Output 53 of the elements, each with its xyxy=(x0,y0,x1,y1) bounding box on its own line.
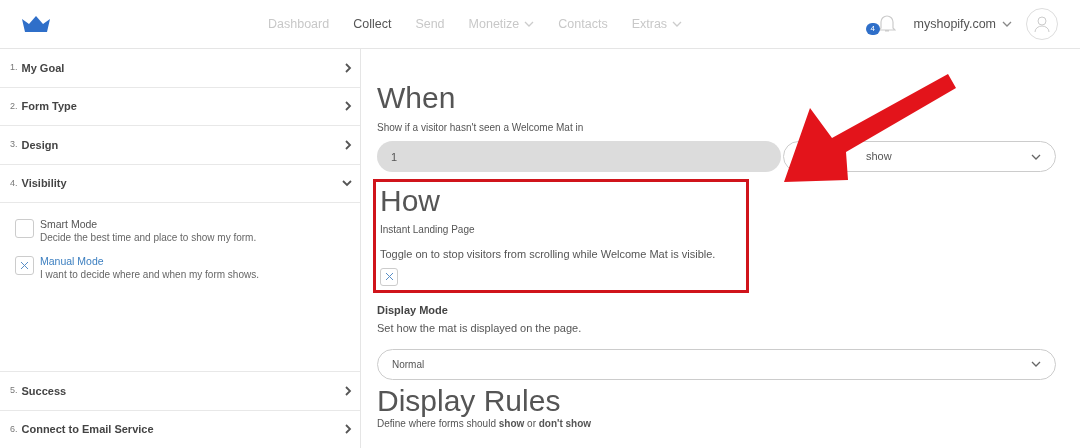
step-header[interactable]: 3. Design xyxy=(0,126,360,165)
number-input[interactable]: 1 xyxy=(377,141,781,172)
checkbox[interactable] xyxy=(15,219,34,238)
field-label: Instant Landing Page xyxy=(380,223,476,237)
step-label: Success xyxy=(21,383,67,399)
chevron-down-icon xyxy=(342,179,352,187)
step-label: My Goal xyxy=(21,60,65,76)
dropdown-value: show xyxy=(866,149,892,165)
option-title: Smart Mode xyxy=(40,217,99,231)
chevron-right-icon xyxy=(345,424,352,435)
step-number: 6. xyxy=(10,422,18,436)
section-heading: When xyxy=(377,81,457,115)
chevron-down-icon xyxy=(1031,361,1041,367)
step-number: 2. xyxy=(10,99,18,113)
checkbox[interactable] xyxy=(15,256,34,275)
toggle-checkbox[interactable] xyxy=(380,267,398,286)
notification-badge: 4 xyxy=(865,23,880,35)
step-header[interactable]: 1. My Goal xyxy=(0,49,360,88)
step-header[interactable]: 5. Success xyxy=(0,372,360,411)
step-label: Connect to Email Service xyxy=(21,422,154,437)
chevron-down-icon xyxy=(1031,153,1041,160)
bell-icon[interactable] xyxy=(877,13,896,33)
step-number: 4. xyxy=(10,176,18,190)
step-number: 5. xyxy=(10,384,18,397)
crown-logo-icon[interactable] xyxy=(22,16,50,32)
step-header[interactable]: 4. Visibility xyxy=(0,164,360,203)
section-description: Define where forms should show or don't show xyxy=(377,417,593,430)
field-label: Display Mode xyxy=(377,302,449,318)
chevron-right-icon xyxy=(345,139,352,150)
field-description: Set how the mat is displayed on the page. xyxy=(377,321,583,336)
chevron-down-icon xyxy=(1002,21,1012,27)
x-mark-icon xyxy=(20,261,29,270)
step-number: 1. xyxy=(10,61,18,74)
step-label: Visibility xyxy=(21,176,67,191)
field-label: Show if a visitor hasn't seen a Welcome Mat in xyxy=(377,121,585,135)
nav-tab[interactable]: Collect xyxy=(353,14,392,34)
section-heading: How xyxy=(380,184,441,218)
account-dropdown[interactable]: myshopify.com xyxy=(913,14,1012,34)
section-heading: Display Rules xyxy=(377,383,562,418)
step-header[interactable]: 6. Connect to Email Service xyxy=(0,410,360,448)
dropdown-value: Normal xyxy=(392,357,425,372)
step-label: Form Type xyxy=(21,99,77,114)
step-label: Design xyxy=(21,137,59,153)
step-number: 3. xyxy=(10,138,18,151)
chevron-right-icon xyxy=(345,101,352,112)
chevron-right-icon xyxy=(345,385,352,396)
x-mark-icon xyxy=(384,272,394,281)
option-title: Manual Mode xyxy=(40,254,105,268)
field-description: Toggle on to stop visitors from scrolling while Welcome Mat is visible. xyxy=(380,247,717,262)
chevron-right-icon xyxy=(345,62,352,73)
option-description: I want to decide where and when my form shows. xyxy=(40,268,259,282)
step-header[interactable]: 2. Form Type xyxy=(0,87,360,126)
option-description: Decide the best time and place to show my form. xyxy=(40,231,257,245)
